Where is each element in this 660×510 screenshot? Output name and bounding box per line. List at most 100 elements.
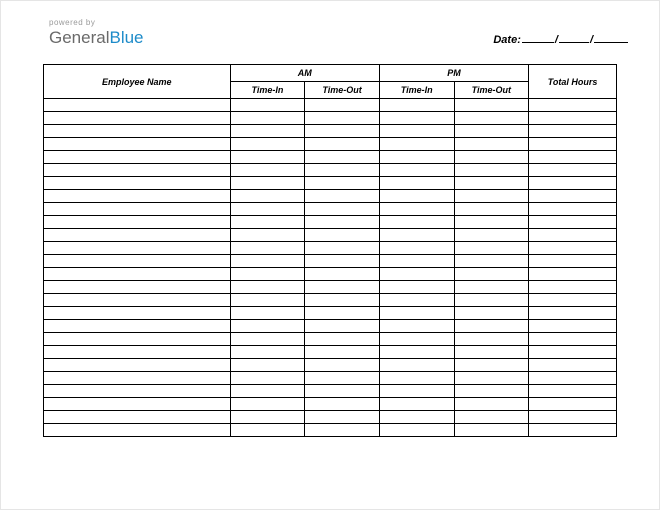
logo-text: GeneralBlue: [49, 29, 144, 46]
cell-employee: [44, 281, 231, 294]
cell-am_out: [305, 359, 380, 372]
cell-pm_out: [454, 138, 529, 151]
col-pm: PM: [379, 65, 528, 82]
cell-total: [529, 229, 617, 242]
cell-total: [529, 255, 617, 268]
cell-pm_in: [379, 190, 454, 203]
timesheet-page: powered by GeneralBlue Date: / / Employe…: [0, 0, 660, 510]
cell-employee: [44, 138, 231, 151]
cell-pm_out: [454, 294, 529, 307]
cell-pm_in: [379, 255, 454, 268]
cell-total: [529, 385, 617, 398]
cell-pm_in: [379, 112, 454, 125]
table-row: [44, 112, 617, 125]
cell-total: [529, 346, 617, 359]
cell-am_out: [305, 398, 380, 411]
cell-total: [529, 138, 617, 151]
cell-am_in: [230, 242, 305, 255]
cell-employee: [44, 372, 231, 385]
table-row: [44, 333, 617, 346]
cell-employee: [44, 307, 231, 320]
col-employee: Employee Name: [44, 65, 231, 99]
col-pm-in: Time-In: [379, 82, 454, 99]
cell-pm_in: [379, 216, 454, 229]
cell-total: [529, 307, 617, 320]
date-sep-2: /: [590, 34, 593, 46]
cell-am_out: [305, 411, 380, 424]
table-row: [44, 398, 617, 411]
cell-am_out: [305, 294, 380, 307]
cell-employee: [44, 190, 231, 203]
cell-total: [529, 151, 617, 164]
table-row: [44, 411, 617, 424]
cell-total: [529, 99, 617, 112]
cell-employee: [44, 294, 231, 307]
cell-am_in: [230, 268, 305, 281]
cell-pm_in: [379, 177, 454, 190]
cell-total: [529, 216, 617, 229]
cell-am_in: [230, 151, 305, 164]
cell-total: [529, 242, 617, 255]
cell-total: [529, 294, 617, 307]
cell-pm_out: [454, 190, 529, 203]
cell-am_out: [305, 177, 380, 190]
cell-pm_out: [454, 112, 529, 125]
cell-total: [529, 320, 617, 333]
cell-employee: [44, 99, 231, 112]
cell-am_out: [305, 268, 380, 281]
date-field: Date: / /: [493, 32, 629, 46]
cell-pm_out: [454, 333, 529, 346]
table-row: [44, 138, 617, 151]
cell-employee: [44, 398, 231, 411]
cell-total: [529, 281, 617, 294]
cell-am_in: [230, 333, 305, 346]
cell-am_out: [305, 216, 380, 229]
cell-employee: [44, 320, 231, 333]
cell-am_in: [230, 203, 305, 216]
cell-pm_out: [454, 229, 529, 242]
table-row: [44, 346, 617, 359]
table-row: [44, 216, 617, 229]
cell-pm_in: [379, 307, 454, 320]
timesheet-table: Employee Name AM PM Total Hours Time-In …: [43, 64, 617, 437]
cell-pm_in: [379, 99, 454, 112]
cell-pm_out: [454, 255, 529, 268]
cell-pm_out: [454, 424, 529, 437]
cell-pm_out: [454, 281, 529, 294]
cell-pm_out: [454, 372, 529, 385]
cell-employee: [44, 255, 231, 268]
cell-total: [529, 372, 617, 385]
cell-pm_out: [454, 203, 529, 216]
cell-pm_in: [379, 281, 454, 294]
table-row: [44, 320, 617, 333]
cell-am_in: [230, 177, 305, 190]
cell-am_out: [305, 125, 380, 138]
table-row: [44, 242, 617, 255]
cell-am_out: [305, 203, 380, 216]
col-pm-out: Time-Out: [454, 82, 529, 99]
col-am: AM: [230, 65, 379, 82]
date-blank-1: [522, 32, 554, 43]
cell-pm_out: [454, 359, 529, 372]
cell-am_in: [230, 112, 305, 125]
cell-employee: [44, 177, 231, 190]
table-row: [44, 190, 617, 203]
cell-pm_in: [379, 268, 454, 281]
cell-pm_in: [379, 138, 454, 151]
date-blank-2: [559, 32, 589, 43]
cell-employee: [44, 151, 231, 164]
cell-pm_out: [454, 164, 529, 177]
cell-am_out: [305, 190, 380, 203]
cell-total: [529, 203, 617, 216]
cell-total: [529, 333, 617, 346]
cell-am_in: [230, 398, 305, 411]
cell-pm_in: [379, 203, 454, 216]
cell-employee: [44, 424, 231, 437]
cell-am_in: [230, 138, 305, 151]
cell-am_in: [230, 281, 305, 294]
cell-am_in: [230, 164, 305, 177]
cell-am_out: [305, 112, 380, 125]
cell-pm_out: [454, 216, 529, 229]
cell-pm_in: [379, 346, 454, 359]
cell-pm_in: [379, 320, 454, 333]
